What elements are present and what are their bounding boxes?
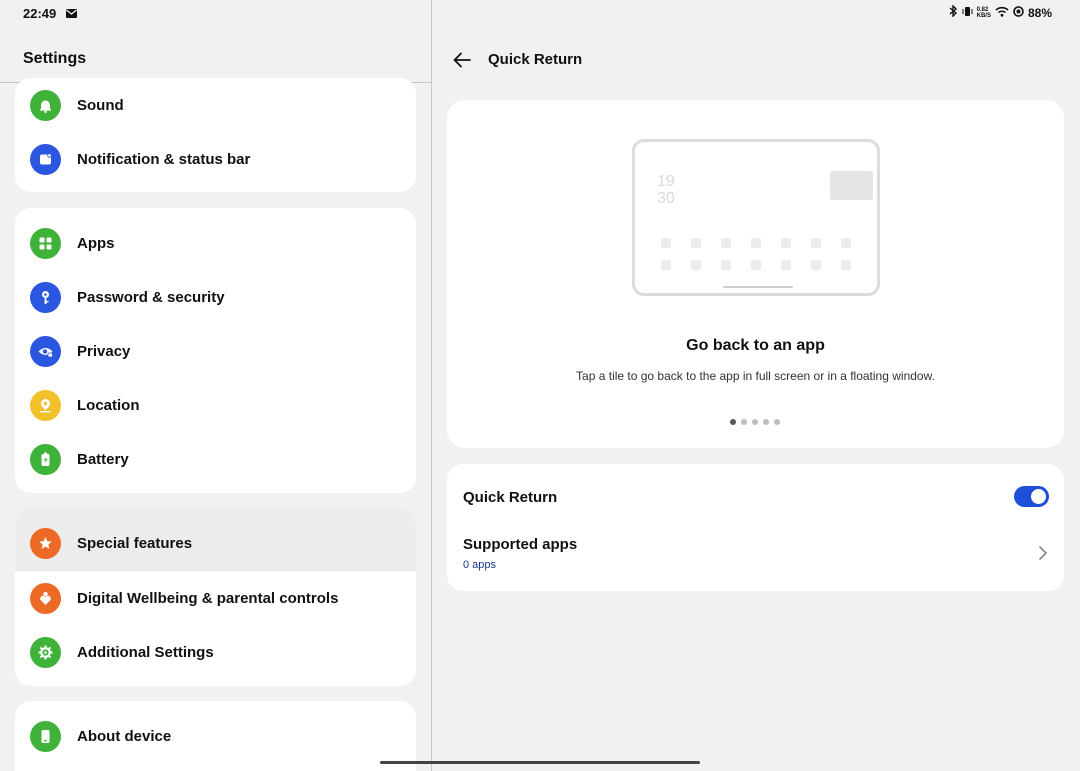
sidebar-item-digital-wellbeing[interactable]: Digital Wellbeing & parental controls [15, 571, 416, 625]
sidebar-item-location[interactable]: Location [15, 378, 416, 432]
sidebar-item-label: Battery [77, 450, 129, 468]
bell-icon [30, 89, 61, 121]
sidebar-item-label: Notification & status bar [77, 150, 251, 168]
sidebar-item-sound[interactable]: Sound [15, 78, 416, 132]
vibrate-icon [962, 6, 973, 20]
sidebar-item-additional-settings[interactable]: Additional Settings [15, 625, 416, 679]
supported-apps-label[interactable]: Supported apps [463, 536, 577, 553]
battery-saver-icon [1013, 5, 1024, 20]
pager-dot[interactable] [741, 419, 747, 425]
detail-title: Quick Return [488, 51, 583, 68]
status-bar-right: 0.82 KB/S 88% [949, 4, 1052, 20]
sidebar-item-label: Location [77, 396, 140, 414]
sidebar-item-notification-status-bar[interactable]: Notification & status bar [15, 132, 416, 186]
back-arrow-icon[interactable] [451, 49, 473, 71]
sidebar-item-label: Privacy [77, 342, 131, 360]
pager-dot[interactable] [752, 419, 758, 425]
page-title: Settings [23, 50, 87, 67]
illustration-app-grid [661, 238, 851, 270]
sidebar-item-about-device[interactable]: About device [15, 709, 416, 763]
sidebar-item-apps[interactable]: Apps [15, 216, 416, 270]
bluetooth-icon [949, 4, 958, 20]
chevron-right-icon[interactable] [1036, 544, 1050, 562]
battery-level: 88% [1027, 5, 1052, 20]
carousel-pager[interactable] [730, 419, 780, 425]
sidebar-item-label: Sound [77, 96, 124, 114]
settings-group-4: About device [15, 701, 416, 771]
wifi-icon [995, 6, 1009, 20]
sidebar-item-battery[interactable]: Battery [15, 432, 416, 486]
apps-grid-icon [30, 227, 61, 259]
illustration-home-bar [723, 286, 793, 288]
illustration-app-tile [830, 171, 873, 200]
notification-icon [30, 143, 61, 175]
net-speed: 0.82 KB/S [976, 6, 991, 19]
settings-group-3: Special features Digital Wellbeing & par… [15, 509, 416, 686]
gesture-nav-handle[interactable] [380, 761, 700, 764]
phone-icon [30, 720, 61, 752]
sidebar-item-special-features[interactable]: Special features [15, 509, 416, 571]
star-icon [30, 527, 61, 559]
sidebar-item-password-security[interactable]: Password & security [15, 270, 416, 324]
settings-group-1: Sound Notification & status bar [15, 78, 416, 192]
toggle-knob [1031, 489, 1046, 504]
feature-demo-card: 19 30 Go back to an app Tap a tile to go… [447, 100, 1064, 448]
supported-apps-count: 0 apps [463, 559, 497, 571]
demo-description: Tap a tile to go back to the app in full… [576, 369, 935, 383]
sidebar-item-label: Digital Wellbeing & parental controls [77, 589, 339, 607]
quick-return-options: Quick Return Supported apps 0 apps [447, 464, 1064, 591]
demo-title: Go back to an app [686, 337, 825, 354]
sidebar-item-label: Special features [77, 534, 193, 552]
quick-return-toggle[interactable] [1014, 486, 1049, 507]
pager-dot[interactable] [774, 419, 780, 425]
pager-dot[interactable] [763, 419, 769, 425]
heart-person-icon [30, 582, 61, 614]
settings-pane: Settings Sound Notification & status bar… [0, 0, 431, 771]
eye-lock-icon [30, 335, 61, 367]
settings-group-2: Apps Password & security Privacy Locatio… [15, 208, 416, 493]
tablet-illustration: 19 30 [632, 139, 880, 296]
sidebar-item-privacy[interactable]: Privacy [15, 324, 416, 378]
sidebar-item-label: Password & security [77, 288, 225, 306]
sidebar-item-label: Apps [77, 234, 115, 252]
sidebar-item-label: About device [77, 727, 172, 745]
pane-divider [431, 0, 432, 771]
key-icon [30, 281, 61, 313]
gear-icon [30, 636, 61, 668]
pager-dot[interactable] [730, 419, 736, 425]
quick-return-label: Quick Return [463, 489, 558, 506]
illustration-clock: 19 30 [657, 173, 675, 207]
location-pin-icon [30, 389, 61, 421]
sidebar-item-label: Additional Settings [77, 643, 214, 661]
battery-icon [30, 443, 61, 475]
